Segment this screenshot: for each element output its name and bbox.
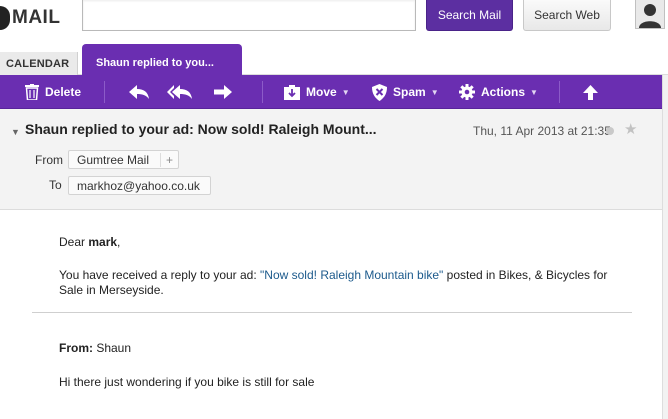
forward-icon (214, 85, 232, 99)
body-divider (32, 312, 632, 313)
logo-text: MAIL (12, 7, 61, 28)
greeting: Dear mark, (59, 235, 120, 250)
greeting-name: mark (88, 235, 118, 249)
search-input[interactable] (82, 0, 416, 31)
ad-link[interactable]: "Now sold! Raleigh Mountain bike" (260, 268, 443, 282)
toolbar-divider (262, 81, 263, 103)
message-date: Thu, 11 Apr 2013 at 21:35 (473, 124, 611, 138)
chevron-down-icon: ▼ (430, 87, 439, 97)
search-web-button[interactable]: Search Web (523, 0, 611, 31)
tab-calendar[interactable]: CALENDAR (0, 52, 78, 75)
message-subject: Shaun replied to your ad: Now sold! Rale… (25, 121, 377, 137)
recipient-chip[interactable]: markhoz@yahoo.co.uk (68, 176, 211, 195)
reply-all-button[interactable] (167, 75, 193, 109)
tab-open-message[interactable]: Shaun replied to you... (82, 44, 242, 75)
greeting-suffix: , (117, 235, 121, 249)
forward-button[interactable] (213, 75, 233, 109)
toolbar-divider (104, 81, 105, 103)
trash-icon (25, 84, 39, 100)
avatar[interactable] (635, 0, 665, 29)
reply-all-icon (167, 85, 192, 99)
unread-dot-icon[interactable] (606, 127, 614, 135)
chevron-down-icon: ▼ (341, 87, 350, 97)
to-label: To (49, 178, 62, 192)
reply-from-line: From: Shaun (59, 341, 131, 356)
scrollbar[interactable] (662, 75, 668, 419)
reply-button[interactable] (128, 75, 150, 109)
search-mail-button[interactable]: Search Mail (426, 0, 513, 31)
mail-logo[interactable]: MAIL (0, 4, 60, 32)
from-label: From (35, 153, 63, 167)
reply-text: Hi there just wondering if you bike is s… (59, 375, 315, 389)
actions-label: Actions (481, 85, 526, 99)
add-contact-icon[interactable]: + (159, 153, 173, 167)
move-button[interactable]: Move ▼ (284, 75, 350, 109)
reply-icon (129, 85, 149, 99)
gear-icon (459, 84, 475, 100)
actions-button[interactable]: Actions ▼ (459, 75, 538, 109)
user-silhouette-icon (639, 4, 661, 28)
spam-label: Spam (393, 85, 426, 99)
logo-mark-icon (0, 6, 10, 30)
chevron-down-icon: ▼ (530, 87, 538, 97)
spam-shield-icon (372, 83, 387, 101)
up-arrow-icon (583, 84, 598, 100)
greeting-prefix: Dear (59, 235, 89, 249)
delete-button[interactable]: Delete (25, 75, 81, 109)
sender-name: Gumtree Mail (77, 152, 150, 167)
tab-bar: CALENDAR Shaun replied to you... (0, 44, 668, 75)
sender-chip[interactable]: Gumtree Mail + (68, 150, 179, 169)
reply-from-name: Shaun (93, 341, 132, 355)
message-body: Dear mark, You have received a reply to … (0, 210, 662, 419)
toolbar-divider (559, 81, 560, 103)
reply-notice: You have received a reply to your ad: "N… (59, 268, 619, 298)
recipient-email: markhoz@yahoo.co.uk (77, 178, 200, 193)
message-toolbar: Delete Move ▼ Spam ▼ Actions ▼ (0, 75, 662, 109)
reply-notice-prefix: You have received a reply to your ad: (59, 268, 261, 282)
delete-label: Delete (45, 85, 82, 99)
star-icon[interactable]: ★ (624, 120, 637, 138)
move-icon (284, 84, 300, 100)
back-to-top-button[interactable] (583, 75, 598, 109)
reply-from-label: From: (59, 341, 93, 355)
spam-button[interactable]: Spam ▼ (372, 75, 439, 109)
move-label: Move (306, 85, 337, 99)
top-header: MAIL Search Mail Search Web (0, 0, 668, 44)
collapse-chevron-icon[interactable]: ▼ (11, 127, 20, 137)
